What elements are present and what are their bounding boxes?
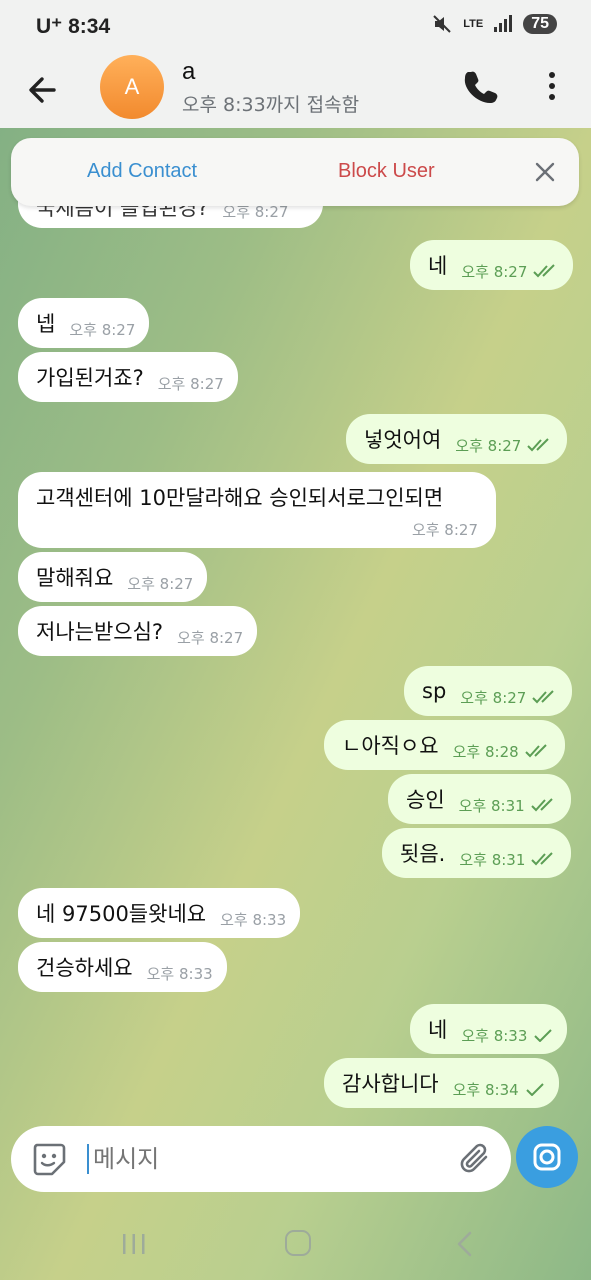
chat-header: A a 오후 8:33까지 접속함 [0,52,591,128]
carrier-label: U⁺ [36,15,63,38]
camera-icon [533,1143,561,1171]
message-bubble-incoming[interactable]: 건승하세요 오후 8:33 [18,942,227,992]
mute-icon [433,15,451,33]
system-nav-bar [0,1210,591,1280]
message-time: 오후 8:31 [459,850,526,869]
message-time: 오후 8:27 [455,436,522,455]
nav-back-icon[interactable] [455,1230,475,1258]
message-bubble-incoming[interactable]: 저나는받으심? 오후 8:27 [18,606,258,656]
message-bubble-outgoing[interactable]: 됫음. 오후 8:31 [382,828,572,878]
message-time: 오후 8:34 [452,1080,519,1099]
message-input-bar [11,1126,511,1192]
message-bubble-outgoing[interactable]: sp 오후 8:27 [404,666,573,716]
message-text: ㄴ아직ㅇ요 [342,734,439,758]
clock: 8:34 [68,15,111,38]
message-bubble-outgoing[interactable]: 네 오후 8:27 [410,240,574,290]
double-check-icon [524,744,547,758]
block-user-button[interactable]: Block User [338,160,435,183]
recent-apps-icon[interactable] [121,1232,147,1256]
message-bubble-outgoing[interactable]: ㄴ아직ㅇ요 오후 8:28 [324,720,565,770]
text-cursor [87,1144,89,1174]
status-bar: U⁺ 8:34 LTE 75 [0,0,591,52]
double-check-icon [533,264,556,278]
double-check-icon [530,798,553,812]
contact-action-bar: Add Contact Block User [11,138,579,206]
chat-title[interactable]: a [182,58,195,86]
message-text: 감사합니다 [342,1072,439,1096]
message-bubble-outgoing[interactable]: 승인 오후 8:31 [388,774,571,824]
signal-icon [494,15,513,32]
message-text: 건승하세요 [36,956,133,980]
message-bubble-incoming[interactable]: 넵 오후 8:27 [18,298,150,348]
message-text: 가입된거죠? [36,366,144,390]
message-time: 오후 8:27 [69,320,136,339]
message-input[interactable] [93,1138,433,1180]
last-seen-status: 오후 8:33까지 접속함 [182,94,360,116]
message-text: 네 [428,1018,448,1042]
message-text: 됫음. [400,842,446,866]
message-text: 말해줘요 [36,566,114,590]
message-time: 오후 8:31 [458,796,525,815]
message-bubble-incoming[interactable]: 고객센터에 10만달라해요 승인되서로그인되면 오후 8:27 [18,472,496,548]
more-vertical-icon[interactable] [540,68,564,104]
close-icon[interactable] [531,158,559,186]
status-left: U⁺ 8:34 [36,14,110,39]
check-icon [534,1029,553,1042]
message-text: 네 [428,254,448,278]
message-time: 오후 8:28 [452,742,519,761]
message-text: 저나는받으심? [36,620,164,644]
message-time: 오후 8:27 [157,374,224,393]
battery-badge: 75 [523,14,557,34]
sticker-icon[interactable] [31,1141,67,1177]
message-text: 넵 [36,312,56,336]
back-arrow-icon[interactable] [24,70,64,110]
message-time: 오후 8:33 [220,910,287,929]
message-bubble-incoming[interactable]: 네 97500들왓네요 오후 8:33 [18,888,301,938]
message-bubble-incoming[interactable]: 말해줘요 오후 8:27 [18,552,208,602]
message-bubble-outgoing[interactable]: 네 오후 8:33 [410,1004,568,1054]
message-time: 오후 8:33 [461,1026,528,1045]
message-time: 오후 8:27 [411,521,478,539]
message-time: 오후 8:27 [461,262,528,281]
message-bubble-incoming[interactable]: 가입된거죠? 오후 8:27 [18,352,238,402]
message-text: 승인 [406,788,445,812]
message-text: 넣엇어여 [364,428,442,452]
message-text: 고객센터에 10만달라해요 승인되서로그인되면 [36,486,444,510]
double-check-icon [532,690,555,704]
network-label: LTE [463,18,484,30]
message-time: 오후 8:33 [146,964,213,983]
message-bubble-outgoing[interactable]: 넣엇어여 오후 8:27 [346,414,568,464]
check-icon [525,1083,544,1096]
double-check-icon [527,438,550,452]
attach-icon[interactable] [459,1142,493,1176]
message-bubble-outgoing[interactable]: 감사합니다 오후 8:34 [324,1058,559,1108]
avatar[interactable]: A [100,55,164,119]
home-button[interactable] [285,1230,311,1256]
camera-button[interactable] [516,1126,578,1188]
message-text: sp [422,679,447,703]
double-check-icon [531,852,554,866]
status-right: LTE 75 [431,13,557,35]
message-time: 오후 8:27 [127,574,194,593]
phone-icon[interactable] [462,68,498,104]
message-time: 오후 8:27 [177,628,244,647]
message-time: 오후 8:27 [460,688,527,707]
avatar-letter: A [124,74,140,99]
add-contact-button[interactable]: Add Contact [87,160,197,183]
message-text: 네 97500들왓네요 [36,902,207,926]
